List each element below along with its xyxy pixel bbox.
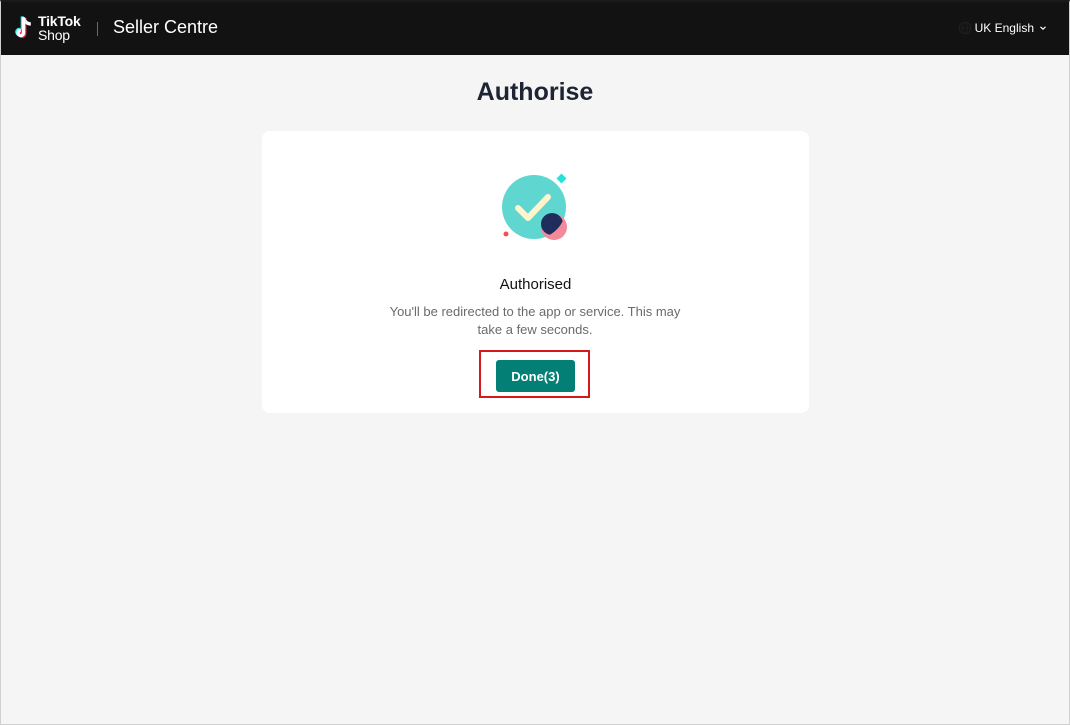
chevron-down-icon <box>1040 26 1046 31</box>
logo-line-tiktok: TikTok <box>38 13 81 29</box>
done-button[interactable]: Done(3) <box>496 360 575 392</box>
header-divider <box>97 22 98 36</box>
logo-wordmark: TikTok Shop <box>38 14 81 42</box>
status-title: Authorised <box>499 276 572 293</box>
tiktok-shop-logo[interactable]: TikTok Shop <box>11 13 91 45</box>
logo-line-shop: Shop <box>38 27 70 43</box>
language-label: UK English <box>974 21 1034 35</box>
success-check-icon <box>502 173 567 240</box>
language-selector[interactable]: UK English <box>958 19 1047 37</box>
product-name: Seller Centre <box>113 17 219 37</box>
top-bar: TikTok Shop Seller Centre UK English <box>1 2 1069 55</box>
browser-window: TikTok Shop Seller Centre UK English Aut… <box>0 0 1070 725</box>
tiktok-note-icon <box>15 16 31 38</box>
redirect-description: You'll be redirected to the app or servi… <box>389 304 681 337</box>
authorise-card: Authorised You'll be redirected to the a… <box>262 131 809 413</box>
page-title: Authorise <box>476 78 594 106</box>
globe-icon <box>958 21 972 35</box>
